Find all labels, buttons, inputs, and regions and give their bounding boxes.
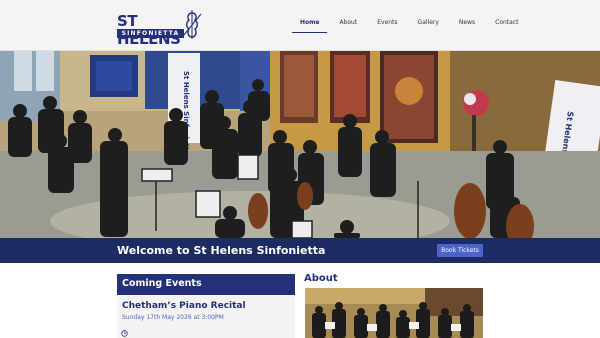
site-header: ST HELENS SINFONIETTA Home About Events … bbox=[0, 0, 600, 51]
nav-contact[interactable]: Contact bbox=[485, 16, 528, 30]
nav-news[interactable]: News bbox=[449, 16, 485, 30]
welcome-title: Welcome to St Helens Sinfonietta bbox=[117, 244, 326, 257]
coming-events-header: Coming Events bbox=[117, 274, 295, 295]
about-illustration bbox=[305, 288, 483, 338]
violin-icon bbox=[182, 10, 202, 39]
nav-events[interactable]: Events bbox=[367, 16, 407, 30]
welcome-band: Welcome to St Helens Sinfonietta Book Ti… bbox=[0, 238, 600, 263]
event-title[interactable]: Chetham’s Piano Recital bbox=[122, 301, 246, 311]
nav-about[interactable]: About bbox=[329, 16, 367, 30]
logo-subtitle: SINFONIETTA bbox=[117, 29, 184, 38]
coming-events-heading: Coming Events bbox=[122, 278, 202, 289]
nav-gallery[interactable]: Gallery bbox=[408, 16, 449, 30]
nav-home[interactable]: Home bbox=[290, 16, 329, 33]
site-logo[interactable]: ST HELENS SINFONIETTA bbox=[117, 10, 205, 48]
main-nav: Home About Events Gallery News Contact bbox=[290, 16, 528, 33]
event-date: Sunday 17th May 2026 at 3:00PM bbox=[122, 314, 224, 321]
about-heading: About bbox=[304, 273, 338, 284]
hero-orchestra-photo: St Helens Sinfonietta St Helens Sinfonie… bbox=[0, 51, 600, 238]
book-tickets-button[interactable]: Book Tickets bbox=[437, 244, 483, 257]
event-card[interactable]: Chetham’s Piano Recital Sunday 17th May … bbox=[117, 295, 295, 338]
clock-icon bbox=[121, 330, 128, 337]
about-orchestra-photo bbox=[305, 288, 483, 338]
hero-illustration: St Helens Sinfonietta St Helens Sinfonie… bbox=[0, 51, 600, 238]
